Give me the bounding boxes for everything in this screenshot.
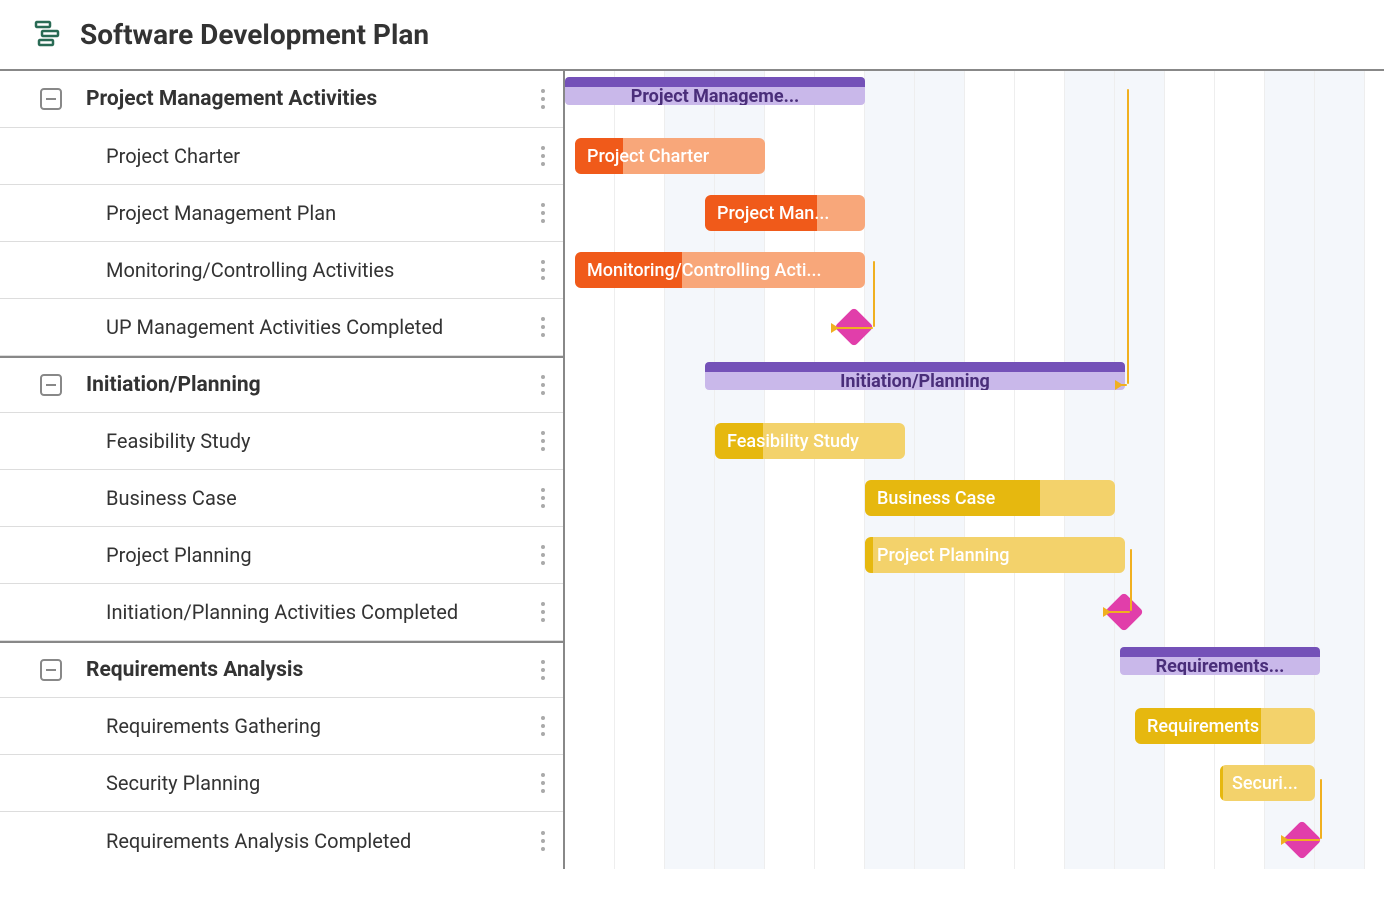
- chart-group-row: Requirements...: [565, 641, 1384, 698]
- minus-icon: [46, 98, 56, 100]
- more-icon[interactable]: [541, 203, 545, 223]
- task-row[interactable]: Project Charter: [0, 128, 563, 185]
- task-sidebar: Project Management Activities Project Ch…: [0, 71, 565, 869]
- chart-task-row: [565, 584, 1384, 641]
- bar-label: Securi...: [1232, 773, 1298, 794]
- minus-icon: [46, 384, 56, 386]
- page-title: Software Development Plan: [80, 18, 429, 51]
- task-label: Requirements Analysis Completed: [106, 829, 411, 853]
- chart-task-row: Securi...: [565, 755, 1384, 812]
- arrow-icon: [1103, 607, 1111, 617]
- more-icon[interactable]: [541, 773, 545, 793]
- more-icon[interactable]: [541, 831, 545, 851]
- chart-task-row: [565, 299, 1384, 356]
- chart-task-row: Monitoring/Controlling Acti...: [565, 242, 1384, 299]
- milestone-diamond[interactable]: [834, 307, 874, 347]
- more-icon[interactable]: [541, 660, 545, 680]
- task-bar[interactable]: Project Man...: [705, 195, 865, 231]
- group-bar[interactable]: Project Manageme...: [565, 77, 865, 105]
- more-icon[interactable]: [541, 488, 545, 508]
- arrow-icon: [1115, 380, 1123, 390]
- collapse-button[interactable]: [40, 659, 62, 681]
- minus-icon: [46, 669, 56, 671]
- task-bar[interactable]: Project Charter: [575, 138, 765, 174]
- gantt-icon: [34, 19, 62, 51]
- task-bar[interactable]: Monitoring/Controlling Acti...: [575, 252, 865, 288]
- chart-task-row: Business Case: [565, 470, 1384, 527]
- more-icon[interactable]: [541, 317, 545, 337]
- task-row[interactable]: Requirements Analysis Completed: [0, 812, 563, 869]
- more-icon[interactable]: [541, 89, 545, 109]
- bar-label: Project Man...: [717, 203, 829, 224]
- more-icon[interactable]: [541, 431, 545, 451]
- chart-task-row: Feasibility Study: [565, 413, 1384, 470]
- task-row[interactable]: Initiation/Planning Activities Completed: [0, 584, 563, 641]
- chart-group-row: Initiation/Planning: [565, 356, 1384, 413]
- task-row[interactable]: Security Planning: [0, 755, 563, 812]
- more-icon[interactable]: [541, 146, 545, 166]
- chart-task-row: Project Man...: [565, 185, 1384, 242]
- task-row[interactable]: Project Planning: [0, 527, 563, 584]
- task-label: Monitoring/Controlling Activities: [106, 258, 394, 282]
- more-icon[interactable]: [541, 716, 545, 736]
- task-bar[interactable]: Business Case: [865, 480, 1115, 516]
- group-label: Initiation/Planning: [86, 373, 261, 397]
- more-icon[interactable]: [541, 602, 545, 622]
- group-label: Project Management Activities: [86, 87, 377, 111]
- task-label: Project Charter: [106, 144, 240, 168]
- task-bar[interactable]: Securi...: [1220, 765, 1315, 801]
- task-label: Requirements Gathering: [106, 714, 321, 738]
- task-label: Project Planning: [106, 543, 252, 567]
- group-label: Requirements Analysis: [86, 658, 303, 682]
- page-header: Software Development Plan: [0, 0, 1384, 71]
- arrow-icon: [1281, 835, 1289, 845]
- task-row[interactable]: Project Management Plan: [0, 185, 563, 242]
- task-row[interactable]: Requirements Gathering: [0, 698, 563, 755]
- bar-label: Project Planning: [877, 545, 1010, 566]
- collapse-button[interactable]: [40, 374, 62, 396]
- arrow-icon: [831, 323, 839, 333]
- task-label: Business Case: [106, 486, 237, 510]
- group-header-row[interactable]: Initiation/Planning: [0, 356, 563, 413]
- bar-label: Monitoring/Controlling Acti...: [587, 260, 821, 281]
- bar-label: Business Case: [877, 488, 995, 509]
- more-icon[interactable]: [541, 375, 545, 395]
- task-row[interactable]: Feasibility Study: [0, 413, 563, 470]
- bar-label: Project Charter: [587, 146, 709, 167]
- task-row[interactable]: Business Case: [0, 470, 563, 527]
- gantt-chart-area[interactable]: Project Manageme... Project Charter Projec…: [565, 71, 1384, 869]
- progress-fill: [1220, 765, 1223, 801]
- more-icon[interactable]: [541, 545, 545, 565]
- chart-group-row: Project Manageme...: [565, 71, 1384, 128]
- task-label: Initiation/Planning Activities Completed: [106, 600, 458, 624]
- bar-label: Requirements: [1147, 716, 1259, 737]
- progress-fill: [865, 537, 873, 573]
- task-row[interactable]: Monitoring/Controlling Activities: [0, 242, 563, 299]
- collapse-button[interactable]: [40, 88, 62, 110]
- chart-task-row: [565, 812, 1384, 869]
- task-bar[interactable]: Project Planning: [865, 537, 1125, 573]
- task-label: Security Planning: [106, 771, 260, 795]
- chart-task-row: Project Planning: [565, 527, 1384, 584]
- group-bar[interactable]: Initiation/Planning: [705, 362, 1125, 390]
- task-label: Feasibility Study: [106, 429, 251, 453]
- group-header-row[interactable]: Project Management Activities: [0, 71, 563, 128]
- task-bar[interactable]: Requirements: [1135, 708, 1315, 744]
- group-header-row[interactable]: Requirements Analysis: [0, 641, 563, 698]
- chart-task-row: Project Charter: [565, 128, 1384, 185]
- task-row[interactable]: UP Management Activities Completed: [0, 299, 563, 356]
- bar-label: Feasibility Study: [727, 431, 859, 452]
- chart-task-row: Requirements: [565, 698, 1384, 755]
- more-icon[interactable]: [541, 260, 545, 280]
- task-label: UP Management Activities Completed: [106, 315, 443, 339]
- group-bar[interactable]: Requirements...: [1120, 647, 1320, 675]
- task-bar[interactable]: Feasibility Study: [715, 423, 905, 459]
- task-label: Project Management Plan: [106, 201, 336, 225]
